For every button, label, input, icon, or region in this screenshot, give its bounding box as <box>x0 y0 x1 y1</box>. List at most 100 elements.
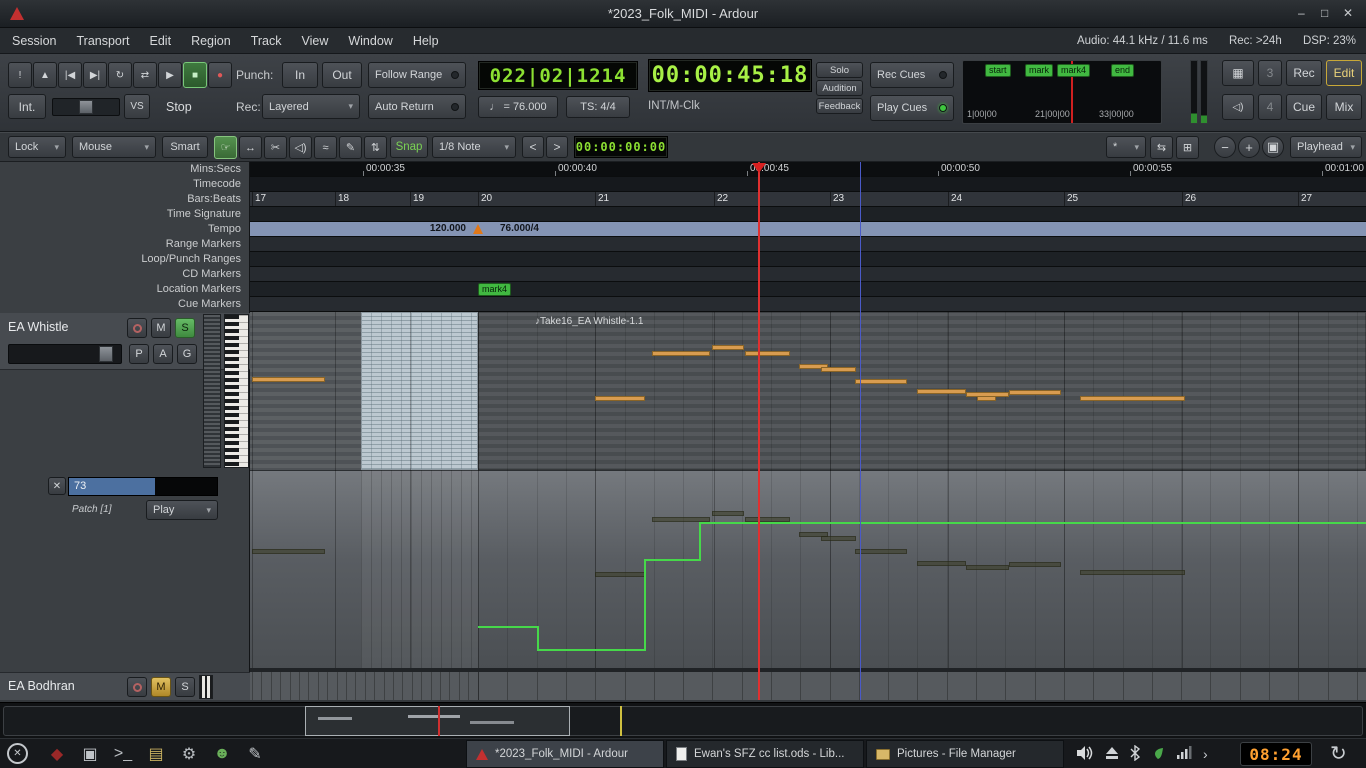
loop-button[interactable]: ↻ <box>108 62 132 88</box>
play-button[interactable]: ▶ <box>158 62 182 88</box>
auto-return-dropdown[interactable]: Auto Return <box>368 94 466 119</box>
midi-note[interactable] <box>977 396 996 401</box>
nudge-forward-button[interactable]: > <box>546 136 568 158</box>
grab-tool-button[interactable]: ☞ <box>214 136 237 159</box>
go-to-end-button[interactable]: ▶| <box>83 62 107 88</box>
ruler-label-cue-markers[interactable]: Cue Markers <box>5 297 241 312</box>
launcher-terminal[interactable]: >_ <box>110 741 136 767</box>
close-button[interactable]: ✕ <box>1338 6 1358 20</box>
page-edit-button[interactable]: Edit <box>1326 60 1362 86</box>
stop-button[interactable]: ■ <box>183 62 207 88</box>
bluetooth-icon[interactable] <box>1130 745 1140 764</box>
whistle-fader[interactable] <box>8 344 122 364</box>
monitor-int-button[interactable]: Int. <box>8 94 46 119</box>
whistle-track-name[interactable]: EA Whistle <box>8 320 68 334</box>
titlebar[interactable]: *2023_Folk_MIDI - Ardour – □ ✕ <box>0 0 1366 28</box>
ruler-label-range-markers[interactable]: Range Markers <box>5 237 241 252</box>
ruler-row-cd-markers[interactable] <box>250 267 1366 282</box>
play-selection-button[interactable]: ⇄ <box>133 62 157 88</box>
launcher-display[interactable]: ▣ <box>77 741 103 767</box>
midi-note[interactable] <box>595 396 645 401</box>
ruler-row-mins-secs[interactable]: 00:00:3500:00:4000:00:4500:00:5000:00:55… <box>250 162 1366 177</box>
menu-view[interactable]: View <box>291 28 338 54</box>
timefx-tool-button[interactable]: ≈ <box>314 136 337 159</box>
whistle-group-button[interactable]: G <box>177 344 197 364</box>
page-cue-button[interactable]: Cue <box>1286 94 1322 120</box>
time-signature-button[interactable]: TS: 4/4 <box>566 96 630 118</box>
monitor-count-a[interactable]: 3 <box>1258 60 1282 86</box>
plugin-status-icon[interactable] <box>1151 746 1165 763</box>
location-marker-mark4[interactable]: mark4 <box>478 283 511 296</box>
midi-note[interactable] <box>1080 396 1185 401</box>
midi-note[interactable] <box>745 351 790 356</box>
show-desktop-button[interactable]: ✕ <box>7 743 28 764</box>
bodhran-record-enable-button[interactable] <box>127 677 147 697</box>
nudge-clock[interactable]: 00:00:00:00 <box>574 136 668 158</box>
grid-dropdown[interactable]: 1/8 Note ▾ <box>432 136 516 158</box>
network-signal-icon[interactable] <box>1176 746 1192 763</box>
taskbar-clock[interactable]: 08:24 <box>1240 742 1312 766</box>
snap-toggle-button[interactable]: Snap <box>390 136 428 158</box>
midi-note[interactable] <box>855 379 907 384</box>
ruler-row-cue-markers[interactable] <box>250 297 1366 312</box>
tempo-button[interactable]: ♩ = 76.000 <box>478 96 558 118</box>
volume-icon[interactable] <box>1076 745 1094 764</box>
ruler-row-location-markers[interactable]: mark4 <box>250 282 1366 297</box>
patch-label[interactable]: Patch [1] <box>72 504 111 515</box>
bodhran-track-name[interactable]: EA Bodhran <box>8 679 75 693</box>
session-refresh-icon[interactable]: ↻ <box>1330 741 1347 766</box>
summary-strip[interactable] <box>0 702 1366 738</box>
zoom-out-button[interactable]: − <box>1214 136 1236 158</box>
draw-tool-button[interactable]: ✎ <box>339 136 362 159</box>
ruler-label-timecode[interactable]: Timecode <box>5 177 241 192</box>
go-to-start-button[interactable]: |◀ <box>58 62 82 88</box>
launcher-group[interactable]: ☻ <box>209 741 235 767</box>
smart-mode-button[interactable]: Smart <box>162 136 208 158</box>
midi-note[interactable] <box>652 351 710 356</box>
taskbar-window-2[interactable]: Ewan's SFZ cc list.ods - Lib... <box>666 740 864 768</box>
monitor-count-b[interactable]: 4 <box>1258 94 1282 120</box>
menu-edit[interactable]: Edit <box>140 28 182 54</box>
shuttle-slider[interactable] <box>52 98 120 116</box>
midi-region-light[interactable] <box>361 312 478 470</box>
taskbar-window-3[interactable]: Pictures - File Manager <box>866 740 1064 768</box>
feedback-global-button[interactable]: Feedback <box>816 98 863 114</box>
audition-global-button[interactable]: Audition <box>816 80 863 96</box>
bbt-clock[interactable]: 022|02|1214 <box>478 61 638 90</box>
eject-icon[interactable] <box>1105 746 1119 763</box>
monitor-screen-button[interactable]: ▦ <box>1222 60 1254 86</box>
vs-button[interactable]: VS <box>124 94 150 119</box>
launcher-files[interactable]: ▤ <box>143 741 169 767</box>
ruler-label-mins-secs[interactable]: Mins:Secs <box>5 162 241 177</box>
solo-global-button[interactable]: Solo <box>816 62 863 78</box>
ruler-row-bars-beats[interactable]: 1718192021222324252627 <box>250 192 1366 207</box>
ruler-timeline[interactable]: 00:00:3500:00:4000:00:4500:00:5000:00:55… <box>250 162 1366 312</box>
ruler-label-location-markers[interactable]: Location Markers <box>5 282 241 297</box>
play-cues-button[interactable]: Play Cues <box>870 95 954 121</box>
tempo-value[interactable]: 120.000 <box>396 223 466 234</box>
menu-help[interactable]: Help <box>403 28 449 54</box>
ruler-label-tempo[interactable]: Tempo <box>5 222 241 237</box>
playhead-head-icon[interactable] <box>752 163 766 173</box>
midi-note[interactable] <box>1009 390 1061 395</box>
fader-handle[interactable] <box>99 346 113 362</box>
ruler-row-tempo[interactable]: 120.00076.000/4 <box>250 222 1366 237</box>
whistle-mute-button[interactable]: M <box>151 318 171 338</box>
edit-tool-button[interactable]: ⇅ <box>364 136 387 159</box>
minimap-marker-end[interactable]: end <box>1111 64 1134 77</box>
metronome-button[interactable]: ▲ <box>33 62 57 88</box>
whistle-solo-button[interactable]: S <box>175 318 195 338</box>
ruler-label-bars-beats[interactable]: Bars:Beats <box>5 192 241 207</box>
monitor-speaker-button[interactable]: ◁) <box>1222 94 1254 120</box>
audition-tool-button[interactable]: ◁) <box>289 136 312 159</box>
lock-dropdown[interactable]: Lock ▾ <box>8 136 66 158</box>
sync-source-label[interactable]: INT/M-Clk <box>648 100 700 112</box>
tray-expand-icon[interactable]: › <box>1203 746 1208 762</box>
cut-tool-button[interactable]: ✂ <box>264 136 287 159</box>
mouse-mode-dropdown[interactable]: Mouse ▾ <box>72 136 156 158</box>
midi-note[interactable] <box>712 345 744 350</box>
minimap-marker-mark4[interactable]: mark4 <box>1057 64 1090 77</box>
zoom-fit-button[interactable]: ▣ <box>1262 136 1284 158</box>
ruler-row-loop-punch-ranges[interactable] <box>250 252 1366 267</box>
record-button[interactable]: ● <box>208 62 232 88</box>
